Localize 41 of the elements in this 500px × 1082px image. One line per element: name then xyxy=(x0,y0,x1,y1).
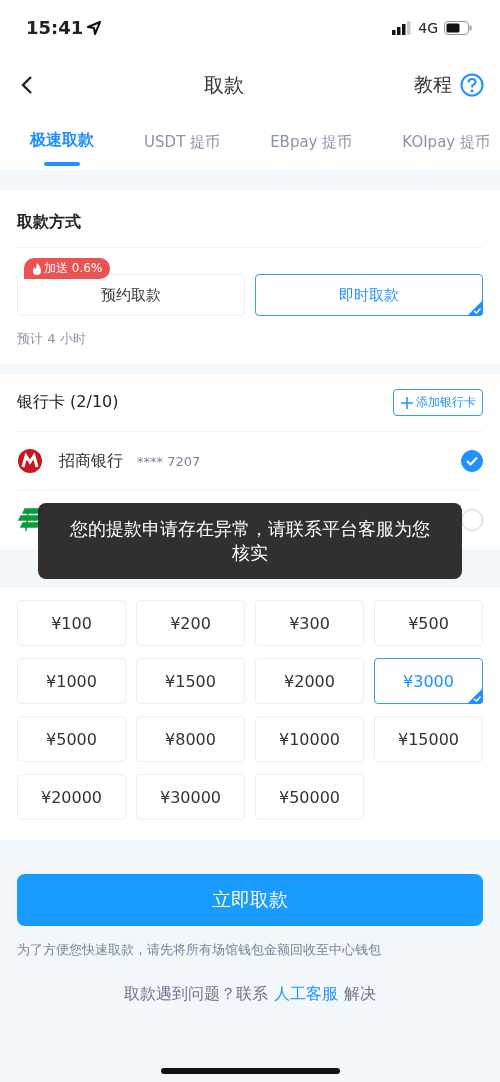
method-option[interactable]: 预约取款 xyxy=(17,274,245,316)
card-number: **** 7207 xyxy=(137,453,201,469)
help-text: 取款遇到问题？联系 xyxy=(124,984,268,1005)
amount-option[interactable]: ¥300 xyxy=(255,600,364,646)
section-title: 取款方式 xyxy=(17,211,82,233)
bonus-text: 加送 0.6% xyxy=(44,260,103,277)
amount-option[interactable]: ¥8000 xyxy=(136,716,245,762)
bank-logo-icon xyxy=(17,448,43,474)
amount-option[interactable]: ¥30000 xyxy=(136,774,245,820)
flame-icon xyxy=(32,262,42,275)
error-toast: 您的提款申请存在异常，请联系平台客服为您核实 xyxy=(38,503,462,579)
tutorial-link[interactable]: 教程 xyxy=(414,72,452,98)
amount-option[interactable]: ¥15000 xyxy=(374,716,483,762)
amount-option[interactable]: ¥2000 xyxy=(255,658,364,704)
signal-icon xyxy=(392,20,413,35)
page-title: 取款 xyxy=(204,71,244,99)
amount-option[interactable]: ¥1500 xyxy=(136,658,245,704)
plus-icon xyxy=(400,395,414,410)
amount-option[interactable]: ¥1000 xyxy=(17,658,126,704)
section-title: 银行卡 (2/10) xyxy=(17,392,119,413)
location-arrow-icon xyxy=(87,20,102,35)
check-corner-icon xyxy=(467,300,483,316)
radio-button[interactable] xyxy=(461,450,483,472)
estimate-text: 预计 4 小时 xyxy=(17,330,87,348)
help-icon[interactable] xyxy=(460,73,484,97)
status-time: 15:41 xyxy=(26,17,84,38)
amount-option[interactable]: ¥5000 xyxy=(17,716,126,762)
amount-option[interactable]: ¥500 xyxy=(374,600,483,646)
back-icon[interactable] xyxy=(20,75,34,95)
network-label: 4G xyxy=(418,19,438,36)
amount-option[interactable]: ¥20000 xyxy=(17,774,126,820)
hint-text: 为了方便您快速取款，请先将所有场馆钱包金额回收至中心钱包 xyxy=(17,941,382,959)
bank-name: 招商银行 xyxy=(59,450,123,472)
battery-icon xyxy=(444,20,472,35)
amount-option[interactable]: ¥200 xyxy=(136,600,245,646)
amount-option[interactable]: ¥10000 xyxy=(255,716,364,762)
amount-option[interactable]: ¥100 xyxy=(17,600,126,646)
help-text: 解决 xyxy=(344,984,376,1005)
amount-option[interactable]: ¥50000 xyxy=(255,774,364,820)
check-icon xyxy=(466,456,478,466)
check-corner-icon xyxy=(467,688,483,704)
